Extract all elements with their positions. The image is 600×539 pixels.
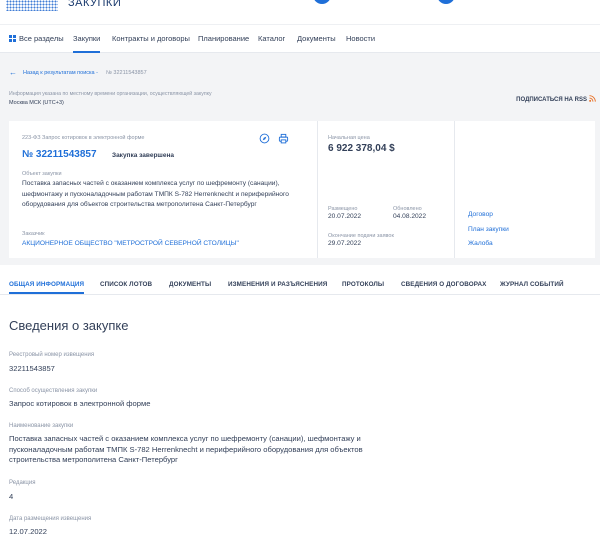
section-title: Сведения о закупке	[9, 318, 129, 333]
field-label: Редакция	[9, 480, 36, 486]
breadcrumb-number: № 32211543857	[106, 70, 147, 76]
nav-purchases[interactable]: Закупки	[73, 34, 101, 53]
nav-planning[interactable]: Планирование	[198, 34, 249, 43]
grid-icon	[9, 35, 16, 42]
brand-title[interactable]: ЗАКУПКИ	[68, 0, 121, 9]
updated-value: 04.08.2022	[393, 213, 427, 220]
arrow-left-icon: ←	[9, 68, 17, 77]
field-value: 32211543857	[9, 364, 55, 373]
nav-news[interactable]: Новости	[346, 34, 375, 43]
field-value: Поставка запасных частей с оказанием ком…	[9, 434, 363, 464]
tab-changes[interactable]: ИЗМЕНЕНИЯ И РАЗЪЯСНЕНИЯ	[228, 281, 327, 288]
contract-link[interactable]: Договор	[468, 211, 493, 218]
tab-protocols[interactable]: ПРОТОКОЛЫ	[342, 281, 384, 288]
field-value: 12.07.2022	[9, 527, 48, 536]
tab-contracts-info[interactable]: СВЕДЕНИЯ О ДОГОВОРАХ	[401, 281, 486, 288]
tab-event-log[interactable]: ЖУРНАЛ СОБЫТИЙ	[500, 281, 564, 288]
field-label: Дата размещения извещения	[9, 516, 92, 522]
timezone-value: Москва МСК (UTC+3)	[9, 100, 64, 106]
main-nav: Все разделы Закупки Контракты и договоры…	[0, 24, 600, 53]
complaint-link[interactable]: Жалоба	[468, 240, 493, 247]
purchase-plan-link[interactable]: План закупки	[468, 226, 509, 233]
header-round-button-left[interactable]	[313, 0, 331, 4]
registry-number-link[interactable]: № 32211543857	[22, 149, 97, 160]
nav-contracts[interactable]: Контракты и договоры	[112, 34, 190, 43]
field-label: Способ осуществления закупки	[9, 388, 98, 394]
print-icon[interactable]	[278, 133, 289, 144]
field-label: Реестровый номер извещения	[9, 352, 95, 358]
rss-icon	[589, 95, 596, 102]
russia-map-logo-icon[interactable]	[6, 0, 58, 11]
card-divider	[454, 121, 455, 258]
back-to-results-link[interactable]: ← Назад к результатам поиска - № 322115438…	[9, 68, 147, 77]
field-label: Наименование закупки	[9, 423, 74, 429]
object-value: Поставка запасных частей с оказанием ком…	[22, 180, 289, 208]
field-value: 4	[9, 492, 14, 501]
detail-tabs: ОБЩАЯ ИНФОРМАЦИЯ СПИСОК ЛОТОВ ДОКУМЕНТЫ …	[0, 265, 600, 295]
customer-label: Заказчик	[22, 231, 45, 237]
tab-general-info[interactable]: ОБЩАЯ ИНФОРМАЦИЯ	[9, 281, 85, 294]
rss-subscribe-link[interactable]: ПОДПИСАТЬСЯ НА RSS	[516, 95, 596, 103]
tab-documents[interactable]: ДОКУМЕНТЫ	[169, 281, 211, 288]
field-value: Запрос котировок в электронной форме	[9, 399, 151, 408]
price-label: Начальная цена	[328, 135, 370, 141]
law-type: 223-ФЗ Запрос котировок в электронной фо…	[22, 135, 145, 141]
nav-catalog[interactable]: Каталог	[258, 34, 285, 43]
timezone-note: Информация указана по местному времени о…	[9, 91, 212, 97]
header-round-button-right[interactable]	[437, 0, 455, 4]
object-label: Объект закупки	[22, 171, 62, 177]
price-value: 6 922 378,04 $	[328, 143, 395, 154]
compass-icon[interactable]	[259, 133, 270, 144]
top-header: ЗАКУПКИ	[0, 0, 600, 24]
nav-documents[interactable]: Документы	[297, 34, 336, 43]
card-divider	[317, 121, 318, 258]
tab-lots[interactable]: СПИСОК ЛОТОВ	[100, 281, 152, 288]
status-badge: Закупка завершена	[112, 152, 174, 159]
nav-all-sections[interactable]: Все разделы	[9, 34, 64, 43]
posted-value: 20.07.2022	[328, 213, 362, 220]
customer-link[interactable]: АКЦИОНЕРНОЕ ОБЩЕСТВО "МЕТРОСТРОЙ СЕВЕРНО…	[22, 240, 239, 247]
deadline-value: 29.07.2022	[328, 240, 362, 247]
